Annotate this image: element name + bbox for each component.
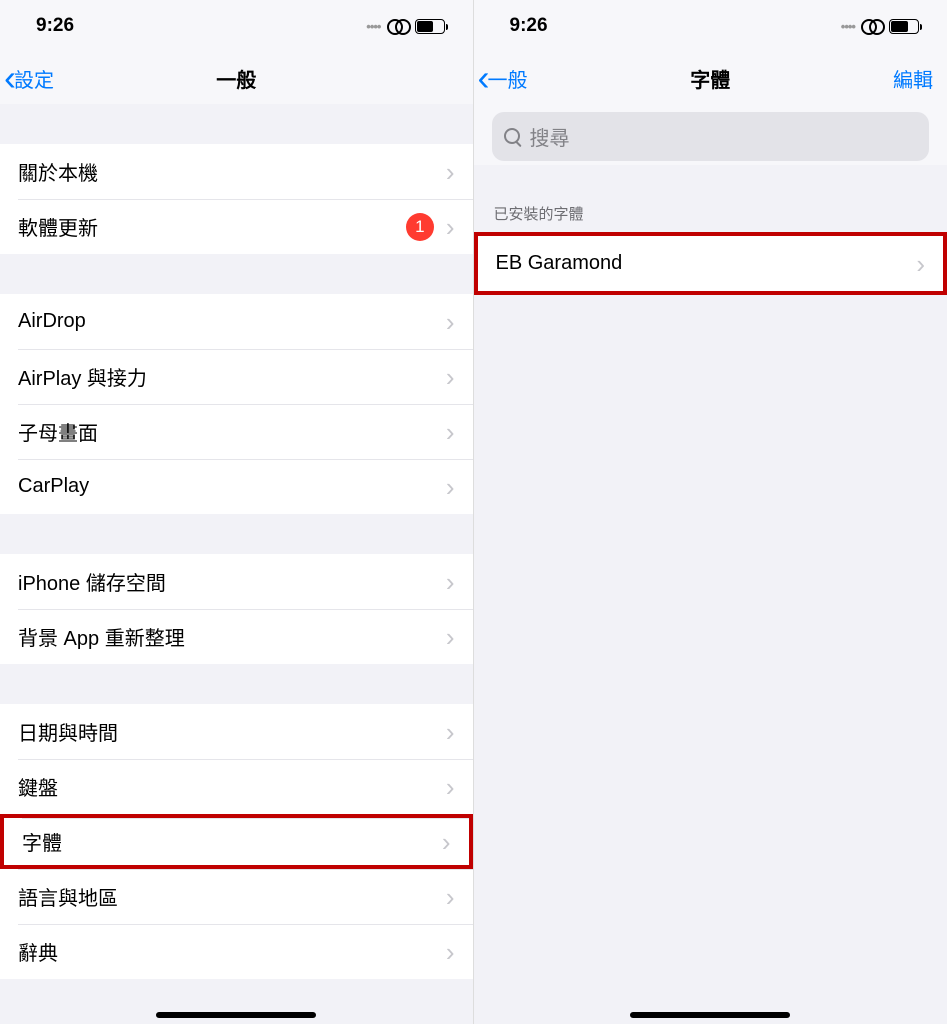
nav-title: 字體 (690, 64, 730, 93)
settings-group: AirDrop › AirPlay 與接力 › 子母畫面 › CarPlay › (0, 294, 473, 514)
nav-title: 一般 (216, 64, 256, 93)
row-language[interactable]: 語言與地區 › (0, 869, 473, 924)
home-indicator[interactable] (156, 1012, 316, 1018)
settings-list[interactable]: 關於本機 › 軟體更新 1 › AirDrop › AirPlay 與接力 › … (0, 104, 473, 1024)
nav-back-label: 一般 (488, 64, 528, 93)
battery-icon (889, 19, 919, 34)
home-indicator[interactable] (630, 1012, 790, 1018)
row-datetime[interactable]: 日期與時間 › (0, 704, 473, 759)
nav-bar: ‹ 設定 一般 (0, 52, 473, 104)
chevron-right-icon: › (446, 364, 455, 390)
screen-general: 9:26 •••• ‹ 設定 一般 關於本機 › 軟體更新 1 › (0, 0, 474, 1024)
row-label: iPhone 儲存空間 (18, 567, 446, 596)
row-software-update[interactable]: 軟體更新 1 › (0, 199, 473, 254)
nav-back-button[interactable]: ‹ 設定 (4, 60, 54, 96)
chevron-right-icon: › (446, 309, 455, 335)
chevron-right-icon: › (916, 251, 925, 277)
row-label: 日期與時間 (18, 717, 446, 746)
edit-button[interactable]: 編輯 (893, 64, 933, 93)
chevron-right-icon: › (446, 474, 455, 500)
chevron-right-icon: › (446, 939, 455, 965)
row-label: 關於本機 (18, 157, 446, 186)
chevron-right-icon: › (446, 624, 455, 650)
row-label: AirPlay 與接力 (18, 362, 446, 391)
settings-group: 關於本機 › 軟體更新 1 › (0, 144, 473, 254)
chevron-right-icon: › (446, 719, 455, 745)
nav-bar: ‹ 一般 字體 編輯 (474, 52, 947, 104)
section-header: 已安裝的字體 (474, 165, 947, 232)
nav-back-label: 設定 (14, 64, 54, 93)
row-keyboard[interactable]: 鍵盤 › (0, 759, 473, 814)
row-label: 字體 (22, 827, 442, 856)
chevron-right-icon: › (446, 884, 455, 910)
row-label: 軟體更新 (18, 212, 406, 241)
search-input[interactable]: 搜尋 (492, 112, 930, 161)
link-icon (861, 19, 883, 33)
row-fonts[interactable]: 字體 › (0, 814, 473, 869)
chevron-right-icon: › (446, 419, 455, 445)
row-airplay[interactable]: AirPlay 與接力 › (0, 349, 473, 404)
screen-fonts: 9:26 •••• ‹ 一般 字體 編輯 搜尋 已安裝的字體 EB Garamo… (474, 0, 947, 1024)
link-icon (387, 19, 409, 33)
row-dictionary[interactable]: 辭典 › (0, 924, 473, 979)
status-time: 9:26 (510, 15, 548, 37)
row-airdrop[interactable]: AirDrop › (0, 294, 473, 349)
row-label: AirDrop (18, 310, 446, 333)
chevron-right-icon: › (446, 774, 455, 800)
row-pip[interactable]: 子母畫面 › (0, 404, 473, 459)
settings-group: 日期與時間 › 鍵盤 › 字體 › 語言與地區 › 辭典 › (0, 704, 473, 979)
row-label: 背景 App 重新整理 (18, 622, 446, 651)
row-label: 鍵盤 (18, 772, 446, 801)
battery-icon (415, 19, 445, 34)
status-icons: •••• (366, 19, 444, 34)
chevron-right-icon: › (446, 214, 455, 240)
row-about[interactable]: 關於本機 › (0, 144, 473, 199)
chevron-right-icon: › (446, 569, 455, 595)
font-name: EB Garamond (496, 252, 917, 275)
status-bar: 9:26 •••• (0, 0, 473, 52)
row-storage[interactable]: iPhone 儲存空間 › (0, 554, 473, 609)
chevron-right-icon: › (446, 159, 455, 185)
row-carplay[interactable]: CarPlay › (0, 459, 473, 514)
search-icon (504, 128, 522, 146)
row-font[interactable]: EB Garamond › (478, 236, 944, 291)
signal-dots-icon: •••• (841, 19, 855, 34)
row-label: 子母畫面 (18, 417, 446, 446)
fonts-section: EB Garamond › (474, 232, 947, 295)
settings-group: iPhone 儲存空間 › 背景 App 重新整理 › (0, 554, 473, 664)
status-icons: •••• (841, 19, 919, 34)
fonts-list[interactable]: 已安裝的字體 EB Garamond › (474, 165, 947, 1024)
row-label: 語言與地區 (18, 882, 446, 911)
status-bar: 9:26 •••• (474, 0, 947, 52)
update-badge: 1 (406, 213, 434, 241)
signal-dots-icon: •••• (366, 19, 380, 34)
search-wrap: 搜尋 (474, 104, 947, 165)
row-bg-refresh[interactable]: 背景 App 重新整理 › (0, 609, 473, 664)
row-label: CarPlay (18, 475, 446, 498)
row-label: 辭典 (18, 937, 446, 966)
status-time: 9:26 (36, 15, 74, 37)
nav-back-button[interactable]: ‹ 一般 (478, 60, 528, 96)
chevron-right-icon: › (442, 829, 451, 855)
search-placeholder: 搜尋 (530, 122, 570, 151)
